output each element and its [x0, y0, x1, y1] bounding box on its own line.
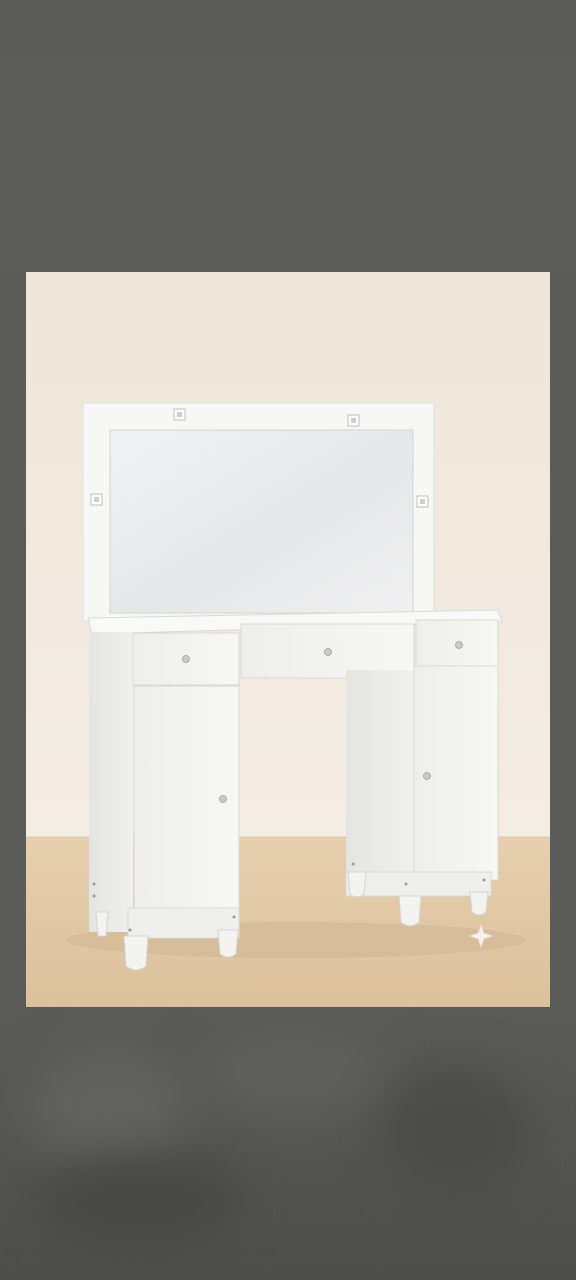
- mirror-glass: [109, 429, 414, 614]
- right-border: [550, 272, 576, 1007]
- left-pedestal-side: [89, 632, 133, 932]
- right-pedestal-side: [346, 670, 414, 880]
- left-border: [0, 272, 26, 1007]
- screen: { "image": { "subject": "vanity-dressing…: [0, 0, 576, 1280]
- top-dark-band: [0, 0, 576, 272]
- left-cabinet-door: [133, 685, 240, 921]
- bottom-blurred-band: [0, 1007, 576, 1280]
- product-photo[interactable]: [26, 272, 550, 1007]
